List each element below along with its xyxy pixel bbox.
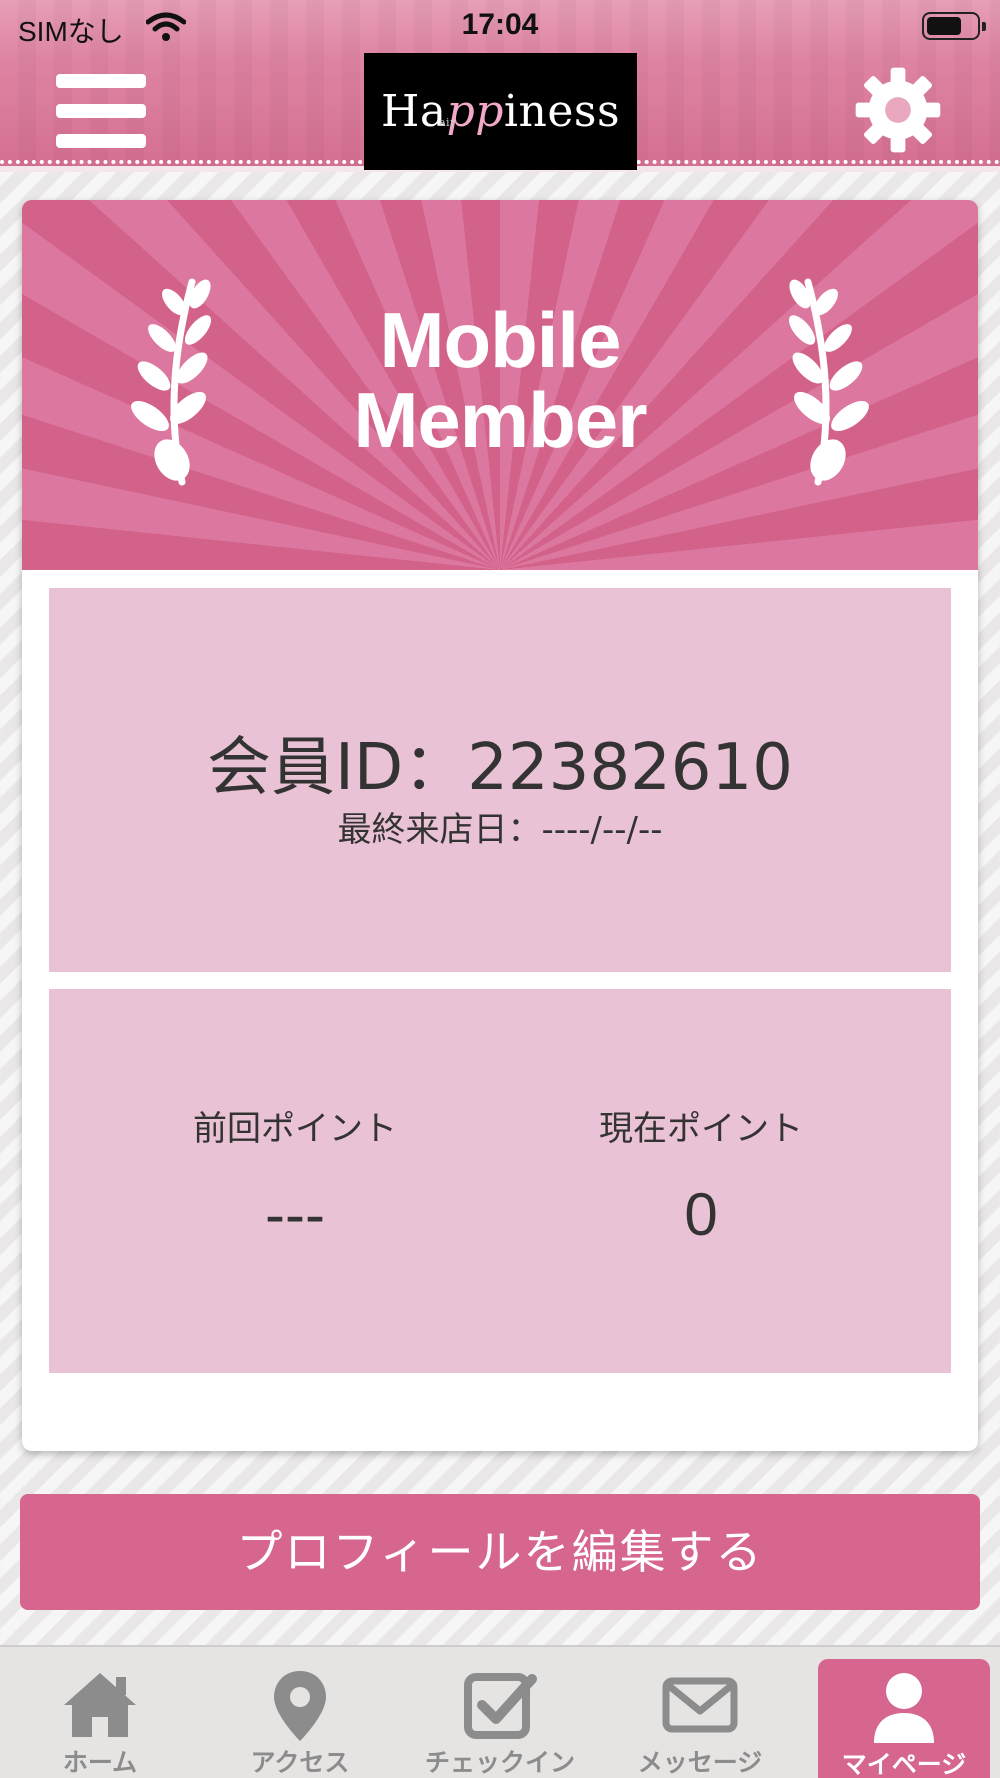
points-panel: 前回ポイント --- 現在ポイント 0: [49, 989, 951, 1373]
member-banner: Mobile Member: [22, 200, 978, 570]
previous-points: 前回ポイント ---: [95, 1109, 495, 1251]
tab-label: ホーム: [62, 1748, 138, 1777]
home-icon: [64, 1673, 136, 1737]
envelope-icon: [662, 1677, 738, 1733]
current-points: 現在ポイント 0: [501, 1109, 901, 1251]
edit-profile-button[interactable]: プロフィールを編集する: [20, 1494, 980, 1610]
tab-label: チェックイン: [424, 1748, 575, 1777]
previous-points-label: 前回ポイント: [193, 1109, 397, 1149]
current-points-label: 現在ポイント: [599, 1109, 803, 1149]
checkbox-icon: [464, 1673, 537, 1739]
battery-icon: [922, 12, 986, 40]
banner-title-line1: Mobile: [379, 296, 622, 384]
tab-home[interactable]: ホーム: [0, 1647, 200, 1778]
tab-label: アクセス: [250, 1748, 350, 1777]
tab-message[interactable]: メッセージ: [600, 1647, 800, 1778]
gear-icon[interactable]: [852, 64, 944, 156]
bottom-tab-bar: ホーム アクセス チェックイン メッセージ マイページ: [0, 1645, 1000, 1778]
status-bar: SIMなし 17:04: [0, 0, 1000, 52]
user-icon: [874, 1673, 934, 1743]
current-points-value: 0: [684, 1181, 718, 1248]
previous-points-value: ---: [265, 1181, 325, 1248]
happiness-logo: Happiness air: [364, 53, 637, 170]
banner-title: Mobile Member: [22, 300, 978, 460]
member-id: 会員ID：22382610: [207, 731, 793, 805]
menu-button[interactable]: [56, 74, 146, 150]
location-pin-icon: [274, 1671, 326, 1741]
menu-icon-bar: [56, 134, 146, 148]
tab-checkin[interactable]: チェックイン: [400, 1647, 600, 1778]
tab-label: メッセージ: [637, 1748, 763, 1777]
tab-label: マイページ: [841, 1750, 967, 1778]
member-id-panel: 会員ID：22382610 最終来店日：----/--/--: [49, 588, 951, 972]
tab-access[interactable]: アクセス: [200, 1647, 400, 1778]
member-card: Mobile Member 会員ID：22382610 最終来店日：----/-…: [22, 200, 978, 1451]
last-visit-date: 最終来店日：----/--/--: [337, 810, 663, 850]
status-time: 17:04: [461, 8, 539, 41]
menu-icon-bar: [56, 104, 146, 118]
app-header: SIMなし 17:04 Happiness air: [0, 0, 1000, 172]
menu-icon-bar: [56, 74, 146, 88]
tab-mypage[interactable]: マイページ: [818, 1659, 990, 1778]
banner-title-line2: Member: [353, 376, 647, 464]
